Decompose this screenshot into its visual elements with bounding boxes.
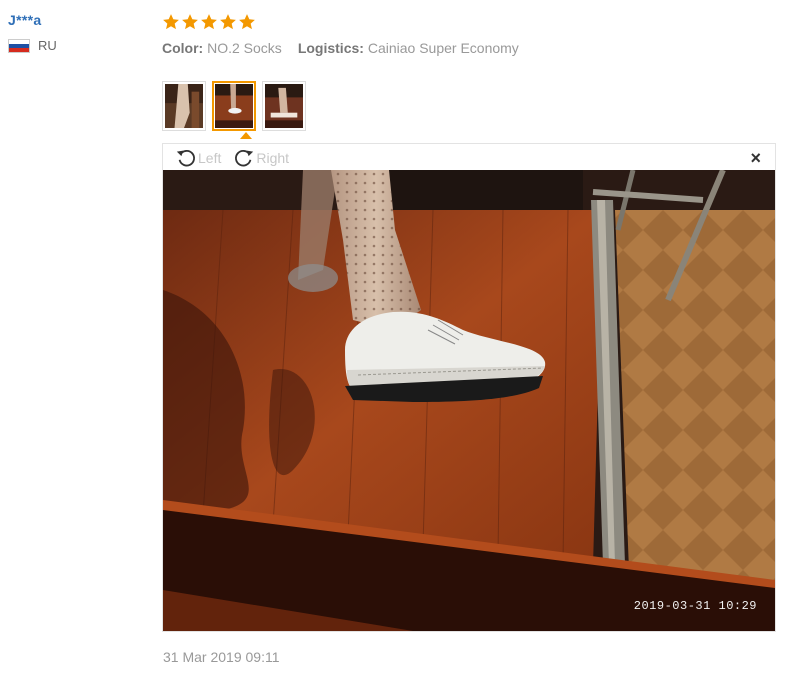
color-info: Color: NO.2 Socks <box>162 40 282 56</box>
country-code: RU <box>38 38 57 53</box>
rotate-left-icon <box>176 149 195 166</box>
thumbnail-image <box>165 84 203 128</box>
thumbnail-1[interactable] <box>162 81 206 131</box>
rotate-left-button[interactable]: Left <box>175 147 221 169</box>
photo-viewer: Left Right × 2019-03-31 10:29 <box>162 143 776 632</box>
star-icon <box>201 14 217 30</box>
logistics-info: Logistics: Cainiao Super Economy <box>298 40 519 56</box>
order-details: Color: NO.2 Socks Logistics: Cainiao Sup… <box>162 40 777 56</box>
color-label: Color: <box>162 40 204 56</box>
star-rating <box>162 10 777 34</box>
review-photo: 2019-03-31 10:29 <box>163 170 775 631</box>
active-thumbnail-caret <box>240 132 252 139</box>
thumbnail-image <box>265 84 303 128</box>
rotate-right-button[interactable]: Right <box>233 147 289 169</box>
thumbnail-2[interactable] <box>212 81 256 131</box>
close-icon[interactable]: × <box>750 148 761 169</box>
star-icon <box>220 14 236 30</box>
rotate-left-label: Left <box>198 149 222 166</box>
star-icon <box>182 14 198 30</box>
photo-thumbnails <box>162 81 306 131</box>
logistics-label: Logistics: <box>297 40 364 56</box>
rotate-right-icon <box>235 149 254 166</box>
reviewer-info: J***a RU <box>8 12 148 53</box>
review-header: Color: NO.2 Socks Logistics: Cainiao Sup… <box>162 10 777 56</box>
thumbnail-image <box>215 84 253 128</box>
thumbnail-3[interactable] <box>262 81 306 131</box>
color-value: NO.2 Socks <box>207 40 282 56</box>
logistics-value: Cainiao Super Economy <box>367 40 519 56</box>
photo-timestamp: 2019-03-31 10:29 <box>633 599 757 613</box>
reviewer-country: RU <box>8 38 148 53</box>
rotate-right-label: Right <box>256 149 290 166</box>
reviewer-name: J***a <box>8 12 42 28</box>
shoe-photo-image <box>163 170 775 631</box>
star-icon <box>239 14 255 30</box>
star-icon <box>163 14 179 30</box>
russia-flag-icon <box>8 38 30 53</box>
viewer-toolbar: Left Right × <box>163 144 775 171</box>
review-date: 31 Mar 2019 09:11 <box>163 649 280 665</box>
